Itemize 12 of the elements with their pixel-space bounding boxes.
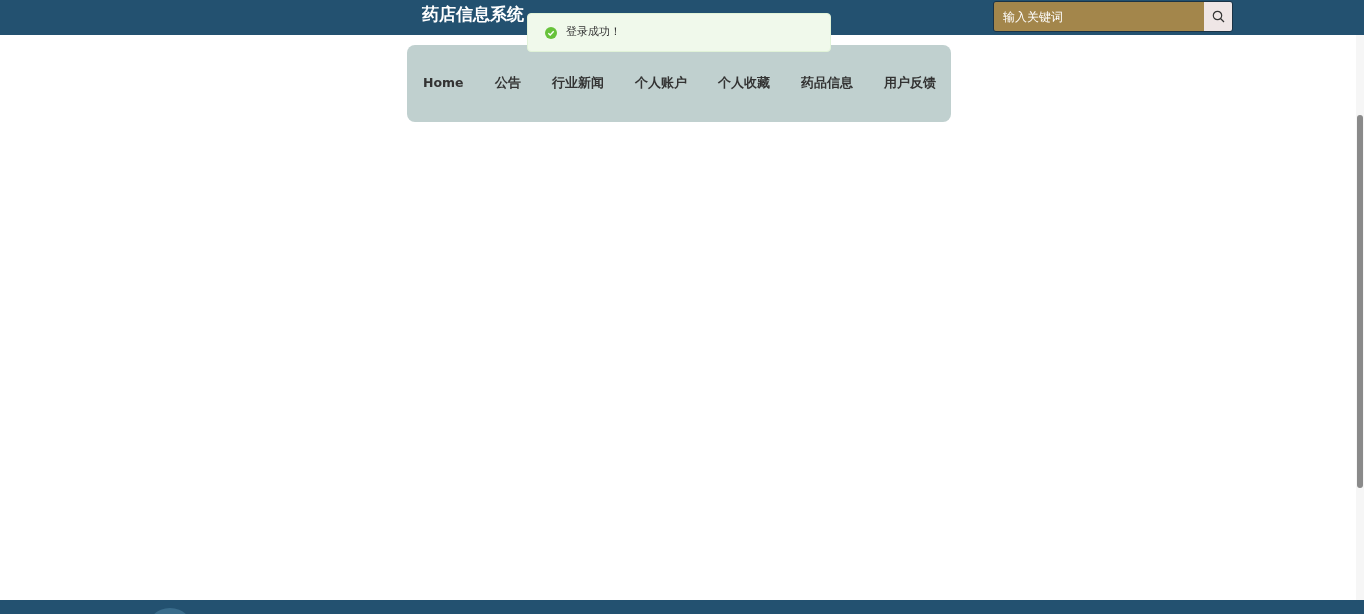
scrollbar-thumb[interactable] xyxy=(1357,115,1363,488)
nav-link[interactable]: 药品信息 xyxy=(800,74,853,93)
nav-link[interactable]: 个人账户 xyxy=(634,74,687,93)
scrollbar[interactable] xyxy=(1356,35,1364,600)
nav-link[interactable]: 个人收藏 xyxy=(717,74,770,93)
nav-link[interactable]: 用户反馈 xyxy=(883,74,936,93)
check-circle-icon xyxy=(545,26,557,39)
nav-link[interactable]: 公告 xyxy=(494,74,521,93)
toast-message: 登录成功！ xyxy=(566,24,621,41)
site-title: 药店信息系统 xyxy=(422,4,524,25)
nav-link[interactable]: 行业新闻 xyxy=(551,74,604,93)
nav-link[interactable]: Home xyxy=(423,74,464,93)
